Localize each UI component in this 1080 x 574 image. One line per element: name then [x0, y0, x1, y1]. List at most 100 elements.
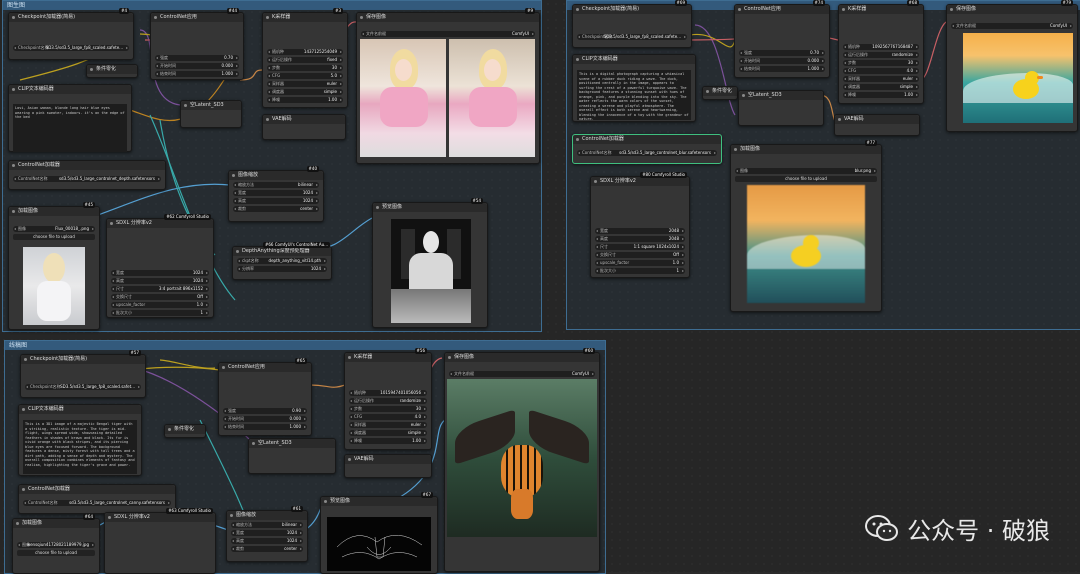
sampler-widget[interactable]: 采样器 euler	[349, 422, 427, 428]
save-image-node-2[interactable]: 保存图像 #79 文件名前缀 ComfyUI	[946, 0, 1078, 132]
steps-widget[interactable]: 步数 30	[843, 60, 919, 66]
start-widget[interactable]: 开始时间 0.000	[223, 416, 307, 422]
sdxl-resolution-node-2[interactable]: SDXL 分辨率v2 #80 Comfyroll Studio 宽度 2048 高…	[590, 172, 690, 278]
height-widget[interactable]: 高度 1024	[233, 198, 319, 204]
height-widget[interactable]: 高度 2048	[595, 236, 685, 242]
swap-widget[interactable]: 交换尺寸 Off	[595, 252, 685, 258]
scheduler-widget[interactable]: 调度器 simple	[267, 89, 343, 95]
swap-widget[interactable]: 交换尺寸 Off	[111, 294, 209, 300]
controlnet-apply-node-2[interactable]: ControlNet应用 #74 强度 0.70 开始时间 0.000 结束时间 1.…	[734, 0, 830, 78]
upload-button[interactable]: choose file to upload	[13, 234, 95, 240]
checkpoint-loader-node-2[interactable]: Checkpoint加载器(简易) #69 Checkpoint名称SD3.5/…	[572, 0, 692, 48]
conditioning-zero-node-3[interactable]: 条件零化	[164, 424, 206, 438]
upload-button[interactable]: choose file to upload	[17, 550, 95, 556]
sampler-widget[interactable]: 采样器 euler	[267, 81, 343, 87]
ksampler-node-2[interactable]: K采样器 #68 随机种 1092567767168487 运行后操作 random…	[838, 0, 924, 104]
controlnet-loader-node-3[interactable]: ControlNet加载器 ControlNet名称 sd3.5/sd3.5_la…	[18, 484, 176, 514]
controlnet-loader-node[interactable]: ControlNet加载器 ControlNet名称 sd3.5/sd3.5_la…	[8, 160, 166, 190]
prompt-textarea[interactable]: This is a 3D1 image of a majestic Bengal…	[23, 420, 137, 474]
node-canvas[interactable]: 图生图 线稿图 Checkpoint加载器(简易) #4 Checkpoint名…	[0, 0, 1080, 574]
dimension-widget[interactable]: 尺寸 3:4 portrait 896x1152	[111, 286, 209, 292]
start-widget[interactable]: 开始时间 0.000	[155, 63, 239, 69]
filename-prefix-widget[interactable]: 文件名前缀 ComfyUI	[951, 23, 1073, 29]
width-widget[interactable]: 宽度 1024	[111, 270, 209, 276]
batch-widget[interactable]: 批次大小 1	[111, 310, 209, 316]
clip-text-encode-node-3[interactable]: CLIP文本编码器 This is a 3D1 image of a majes…	[18, 404, 142, 476]
preview-image-node[interactable]: 预览图像 #54	[372, 198, 488, 328]
prompt-textarea[interactable]: This is a digital photograph capturing a…	[577, 70, 691, 120]
depth-anything-node[interactable]: DepthAnything深度预处理器 #66 ComfyUI's Contro…	[232, 242, 332, 280]
output-image-duck[interactable]	[963, 33, 1073, 123]
crop-widget[interactable]: 裁剪 center	[233, 206, 319, 212]
sdxl-resolution-node-3[interactable]: SDXL 分辨率v2 #63 Comfyroll Studio	[104, 508, 216, 574]
resolution-widget[interactable]: 分辨率 1024	[237, 266, 327, 272]
controlnet-select[interactable]: ControlNet名称 sd3.5/sd3.5_large_controlnet…	[23, 500, 171, 506]
strength-widget[interactable]: 强度 0.90	[223, 408, 307, 414]
load-image-node[interactable]: 加载图像 #45 图像 Flux_00018_.png choose file t…	[8, 202, 100, 330]
cfg-widget[interactable]: CFG 5.0	[267, 73, 343, 79]
save-image-node[interactable]: 保存图像 #9 文件名前缀 ComfyUI	[356, 8, 540, 164]
height-widget[interactable]: 高度 1024	[111, 278, 209, 284]
seed-widget[interactable]: 随机种 1437125254049	[267, 49, 343, 55]
denoise-widget[interactable]: 降噪 1.00	[349, 438, 427, 444]
save-image-node-3[interactable]: 保存图像 #60 文件名前缀 ComfyUI	[444, 348, 600, 572]
strength-widget[interactable]: 强度 0.70	[739, 50, 825, 56]
prompt-textarea[interactable]: Lovi, Asian woman, blonde long hair blue…	[13, 104, 127, 152]
controlnet-apply-node[interactable]: ControlNet应用 #44 强度 0.70 开始时间 0.000 结束时间 1.…	[150, 8, 244, 80]
batch-widget[interactable]: 批次大小 1	[595, 268, 685, 274]
sdxl-resolution-node[interactable]: SDXL 分辨率v2 #62 Comfyroll Studio 宽度 1024 高…	[106, 214, 214, 318]
filename-prefix-widget[interactable]: 文件名前缀 ComfyUI	[361, 31, 535, 37]
crop-widget[interactable]: 裁剪 center	[231, 546, 303, 552]
conditioning-zero-node-2[interactable]: 条件零化	[702, 86, 738, 100]
vae-decode-node-3[interactable]: VAE解码	[344, 454, 432, 478]
control-after-widget[interactable]: 运行后操作 randomize	[349, 398, 427, 404]
height-widget[interactable]: 高度 1024	[231, 538, 303, 544]
controlnet-select[interactable]: ControlNet名称 sd3.5/sd3.5_large_controlnet…	[577, 150, 717, 156]
output-image-winged-tiger[interactable]	[447, 379, 597, 537]
checkpoint-select[interactable]: Checkpoint名称SD3.5/sd3.5_large_fp8_scaled…	[25, 384, 141, 390]
conditioning-zero-node[interactable]: 条件零化	[86, 64, 138, 78]
output-image-girl-1[interactable]	[360, 39, 446, 157]
denoise-widget[interactable]: 降噪 1.00	[843, 92, 919, 98]
cfg-widget[interactable]: CFG 4.0	[843, 68, 919, 74]
controlnet-select[interactable]: ControlNet名称 sd3.5/sd3.5_large_controlnet…	[13, 176, 161, 182]
load-image-node-2[interactable]: 加载图像 #77 图像 blur.png choose file to uploa…	[730, 140, 882, 312]
image-file-widget[interactable]: 图像 blur.png	[735, 168, 877, 174]
denoise-widget[interactable]: 降噪 1.00	[267, 97, 343, 103]
ksampler-node-3[interactable]: K采样器 #56 随机种 1015947401056056 运行后操作 random…	[344, 348, 432, 450]
image-scale-node-3[interactable]: 图像缩放 #61 缩放方法 bilinear 宽度 1024 高度 1024 裁剪 ce…	[226, 506, 308, 562]
scheduler-widget[interactable]: 调度器 simple	[349, 430, 427, 436]
ckpt-widget[interactable]: ckpt名称 depth_anything_vitl14.pth	[237, 258, 327, 264]
cfg-widget[interactable]: CFG 4.0	[349, 414, 427, 420]
empty-latent-node[interactable]: 空Latent_SD3	[180, 100, 242, 128]
width-widget[interactable]: 宽度 1024	[231, 530, 303, 536]
end-widget[interactable]: 结束时间 1.000	[223, 424, 307, 430]
scale-method-widget[interactable]: 缩放方法 bilinear	[231, 522, 303, 528]
steps-widget[interactable]: 步数 30	[349, 406, 427, 412]
clip-text-encode-node[interactable]: CLIP文本编码器 Lovi, Asian woman, blonde long…	[8, 84, 132, 152]
strength-widget[interactable]: 强度 0.70	[155, 55, 239, 61]
upscale-widget[interactable]: upscale_factor 1.0	[111, 302, 209, 308]
empty-latent-node-3[interactable]: 空Latent_SD3	[248, 438, 336, 474]
checkpoint-loader-node-3[interactable]: Checkpoint加载器(简易) #57 Checkpoint名称SD3.5/…	[20, 350, 146, 398]
image-file-widget[interactable]: 图像 Flux_00018_.png	[13, 226, 95, 232]
scale-method-widget[interactable]: 缩放方法 bilinear	[233, 182, 319, 188]
filename-prefix-widget[interactable]: 文件名前缀 ComfyUI	[449, 371, 595, 377]
seed-widget[interactable]: 随机种 1015947401056056	[349, 390, 427, 396]
vae-decode-node[interactable]: VAE解码	[262, 114, 346, 140]
control-after-widget[interactable]: 运行后操作 randomize	[843, 52, 919, 58]
clip-text-encode-node-2[interactable]: CLIP文本编码器 This is a digital photograph c…	[572, 54, 696, 122]
empty-latent-node-2[interactable]: 空Latent_SD3	[738, 90, 824, 126]
checkpoint-select[interactable]: Checkpoint名称SD3.5/sd3.5_large_fp8_scaled…	[13, 45, 129, 51]
vae-decode-node-2[interactable]: VAE解码	[834, 114, 920, 136]
end-widget[interactable]: 结束时间 1.000	[155, 71, 239, 77]
output-image-girl-2[interactable]	[449, 39, 535, 157]
sampler-widget[interactable]: 采样器 euler	[843, 76, 919, 82]
load-image-node-3[interactable]: 加载图像 #64 图像wensqiun41728021189979.jpg ch…	[12, 514, 100, 574]
image-file-widget[interactable]: 图像wensqiun41728021189979.jpg	[17, 542, 95, 548]
checkpoint-loader-node[interactable]: Checkpoint加载器(简易) #4 Checkpoint名称SD3.5/s…	[8, 8, 134, 60]
checkpoint-select[interactable]: Checkpoint名称SD3.5/sd3.5_large_fp8_scaled…	[577, 34, 687, 40]
preview-image-node-3[interactable]: 预览图像 #67	[320, 492, 438, 574]
control-after-widget[interactable]: 运行后操作 fixed	[267, 57, 343, 63]
width-widget[interactable]: 宽度 1024	[233, 190, 319, 196]
